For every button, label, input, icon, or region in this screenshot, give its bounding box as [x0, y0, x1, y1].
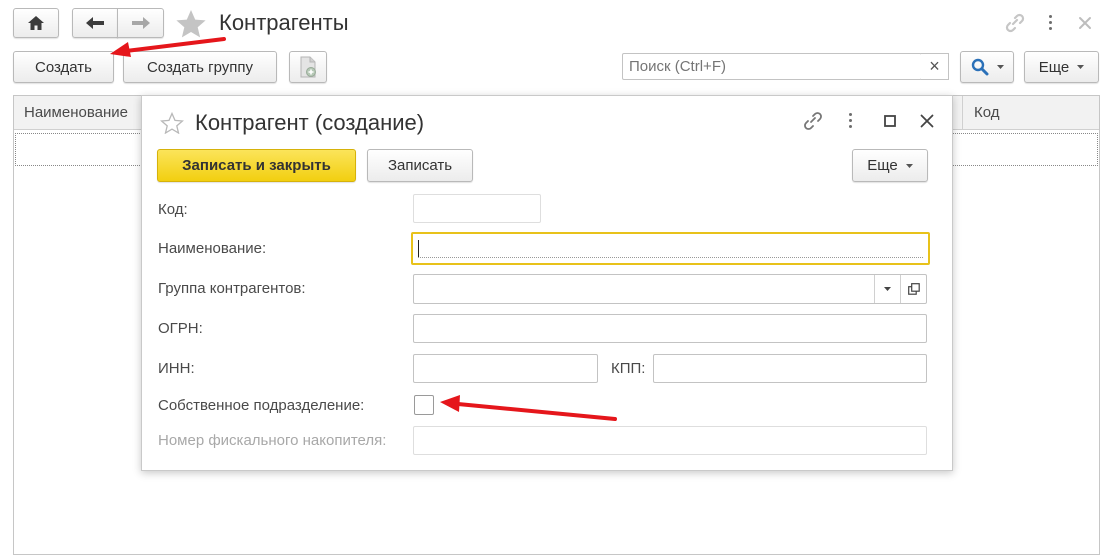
more-button[interactable]: Еще: [1024, 51, 1099, 83]
chevron-down-icon: [1077, 65, 1085, 69]
code-field: [413, 194, 541, 223]
search-clear-button[interactable]: ×: [921, 53, 949, 80]
name-field[interactable]: [411, 232, 930, 265]
search-input[interactable]: [622, 53, 922, 80]
copy-button[interactable]: [289, 51, 327, 83]
favorite-star-icon[interactable]: [175, 9, 207, 39]
group-open-button[interactable]: [900, 275, 926, 303]
inn-field[interactable]: [413, 354, 598, 383]
ogrn-label: ОГРН:: [158, 320, 203, 337]
arrow-right-icon: [131, 17, 150, 29]
dialog-link-icon[interactable]: [802, 111, 824, 131]
open-form-icon: [907, 283, 920, 295]
maximize-icon[interactable]: [884, 115, 896, 127]
arrow-to-create-button: [124, 37, 226, 53]
text-cursor: [418, 240, 419, 258]
search-options-button[interactable]: [960, 51, 1014, 83]
kpp-label: КПП:: [611, 360, 646, 377]
fiscal-number-label: Номер фискального накопителя:: [158, 432, 387, 449]
inn-label: ИНН:: [158, 360, 195, 377]
magnifier-icon: [971, 58, 988, 76]
counterparty-dialog: Контрагент (создание) Записать и закрыть…: [141, 95, 953, 471]
more-actions-icon[interactable]: [1049, 15, 1053, 33]
save-button[interactable]: Записать: [367, 149, 473, 182]
code-label: Код:: [158, 201, 188, 218]
ogrn-field[interactable]: [413, 314, 927, 343]
add-document-icon: [300, 56, 316, 78]
group-dropdown-button[interactable]: [874, 275, 900, 303]
dialog-close-icon[interactable]: [920, 114, 934, 128]
fiscal-number-field: [413, 426, 927, 455]
group-field[interactable]: [413, 274, 927, 304]
create-group-button[interactable]: Создать группу: [123, 51, 277, 83]
dialog-more-actions-icon[interactable]: [849, 113, 853, 131]
dialog-more-button-label: Еще: [867, 157, 898, 174]
create-button[interactable]: Создать: [13, 51, 114, 83]
group-label: Группа контрагентов:: [158, 280, 306, 297]
chevron-down-icon: [884, 287, 891, 291]
dialog-favorite-star-icon[interactable]: [160, 112, 184, 134]
dialog-title: Контрагент (создание): [195, 110, 425, 135]
chevron-down-icon: [905, 163, 913, 168]
home-button[interactable]: [13, 8, 59, 38]
dialog-more-button[interactable]: Еще: [852, 149, 928, 182]
own-division-label: Собственное подразделение:: [158, 397, 365, 414]
save-and-close-button[interactable]: Записать и закрыть: [157, 149, 356, 182]
own-division-checkbox[interactable]: [414, 395, 434, 415]
more-button-label: Еще: [1038, 58, 1070, 76]
link-icon[interactable]: [1004, 13, 1026, 33]
arrow-left-icon: [86, 17, 104, 29]
back-button[interactable]: [72, 8, 118, 38]
kpp-field[interactable]: [653, 354, 927, 383]
column-header-code[interactable]: Код: [974, 104, 1000, 121]
home-icon: [28, 16, 44, 30]
window-title: Контрагенты: [219, 10, 349, 35]
close-window-icon[interactable]: [1078, 16, 1092, 30]
column-header-name[interactable]: Наименование: [24, 104, 128, 121]
chevron-down-icon: [996, 65, 1004, 69]
forward-button[interactable]: [117, 8, 164, 38]
name-label: Наименование:: [158, 240, 267, 257]
